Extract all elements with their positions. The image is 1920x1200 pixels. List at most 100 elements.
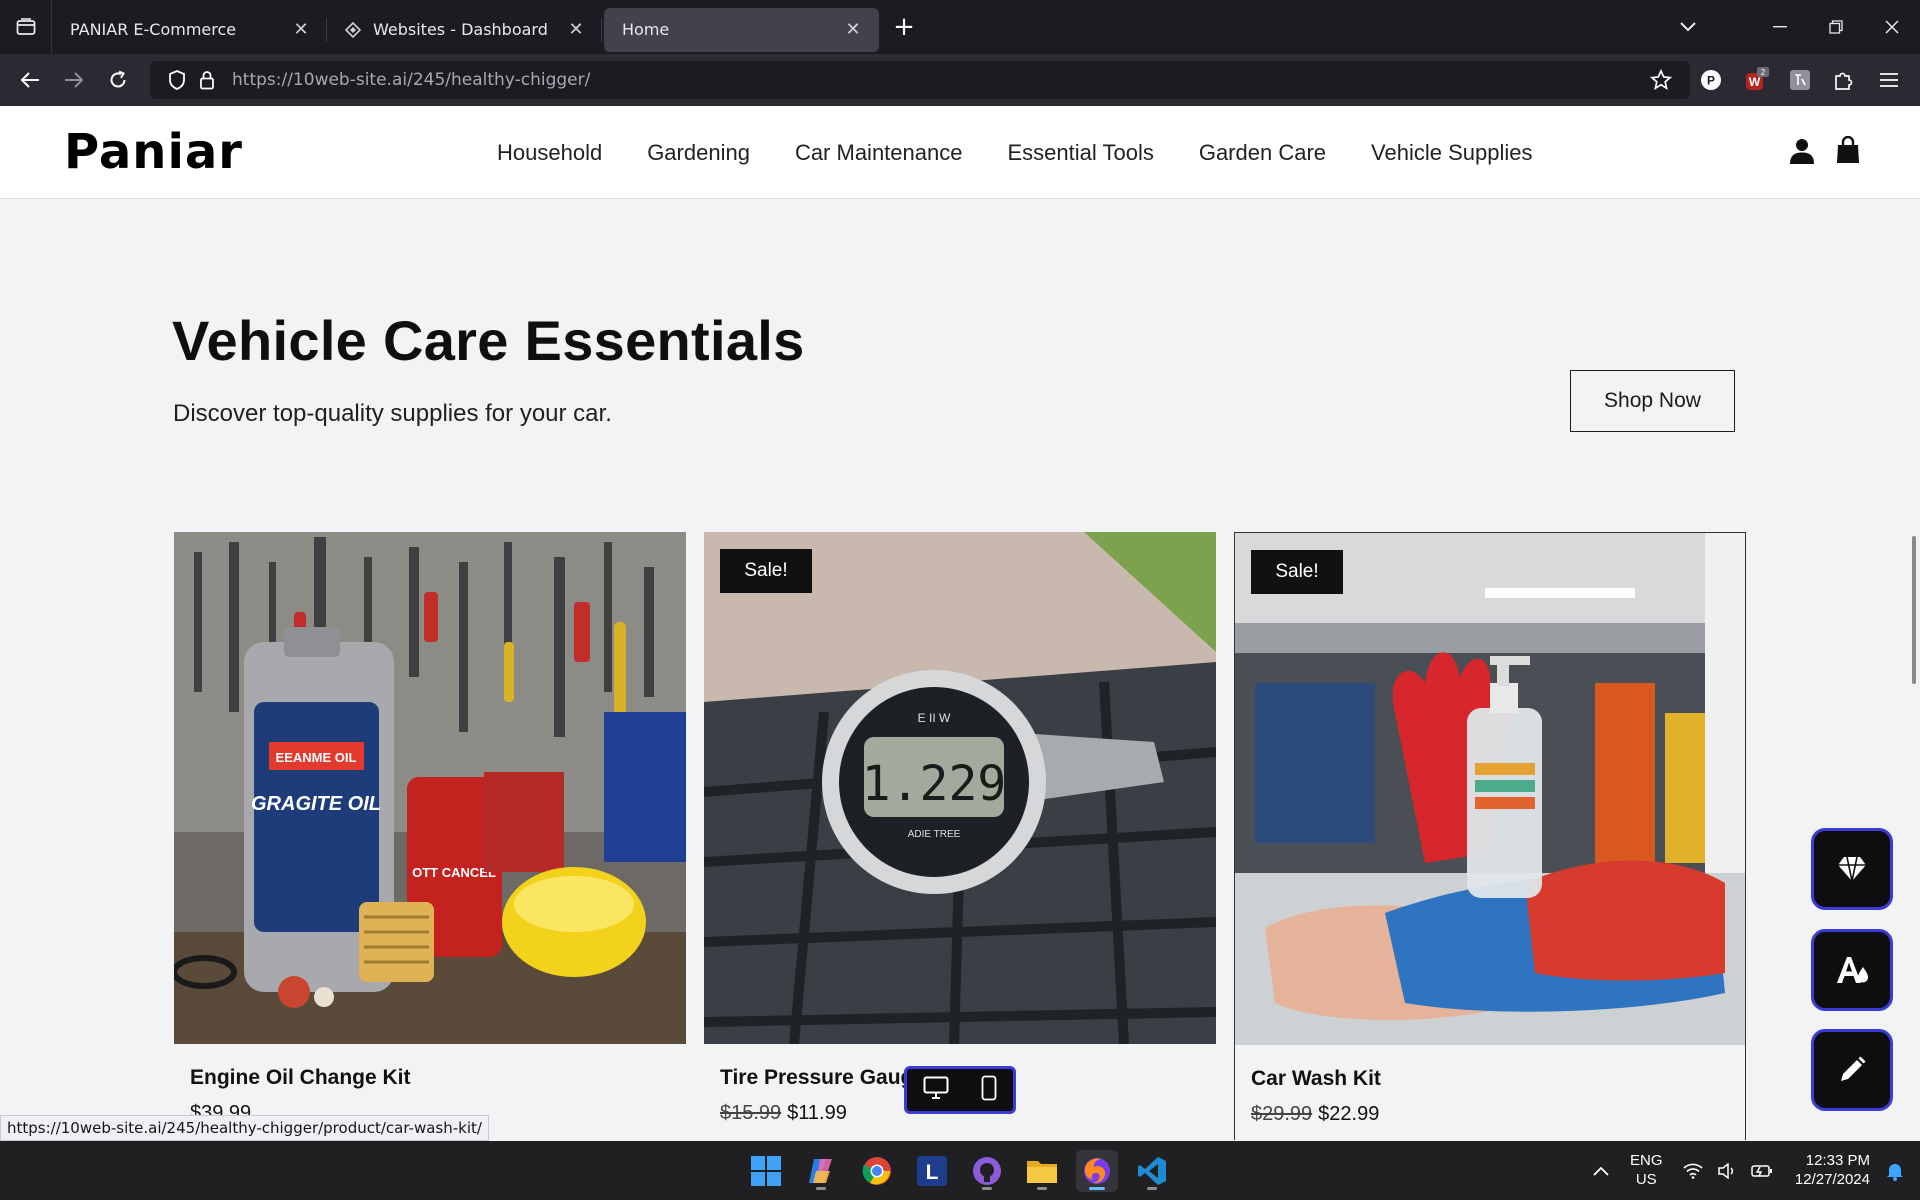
input-language-indicator[interactable]: ENG US <box>1630 1151 1663 1189</box>
product-name[interactable]: Engine Oil Change Kit <box>190 1066 411 1090</box>
menu-item-car-maintenance[interactable]: Car Maintenance <box>795 140 963 166</box>
font-color-icon <box>1837 957 1868 983</box>
taskbar-clock[interactable]: 12:33 PM 12/27/2024 <box>1782 1151 1870 1189</box>
back-button[interactable] <box>8 60 52 100</box>
menu-item-garden-care[interactable]: Garden Care <box>1199 140 1326 166</box>
site-logo[interactable]: Paniar <box>64 124 243 180</box>
extension-w-button[interactable]: W2 <box>1740 64 1772 96</box>
current-price: $22.99 <box>1318 1103 1380 1125</box>
menu-item-essential-tools[interactable]: Essential Tools <box>1007 140 1153 166</box>
restore-button[interactable] <box>1808 0 1864 54</box>
chevron-down-icon <box>1680 22 1696 32</box>
styles-button[interactable] <box>1811 929 1893 1011</box>
minimize-button[interactable] <box>1752 0 1808 54</box>
desktop-preview-button[interactable] <box>923 1076 949 1104</box>
cart-button[interactable] <box>1836 135 1860 168</box>
account-button[interactable] <box>1790 138 1814 168</box>
extensions-button[interactable] <box>1828 64 1860 96</box>
extension-badge-count: 2 <box>1761 68 1766 77</box>
page-scrollbar[interactable] <box>1912 536 1916 684</box>
active-indicator <box>1089 1187 1105 1190</box>
app-menu-button[interactable] <box>1873 64 1905 96</box>
product-name[interactable]: Car Wash Kit <box>1251 1067 1381 1091</box>
phone-icon <box>981 1075 997 1101</box>
svg-text:W: W <box>1749 75 1761 89</box>
arrow-left-icon <box>20 72 39 88</box>
tab-list-icon <box>16 18 35 35</box>
tab-list-button[interactable] <box>0 0 52 54</box>
close-tab-icon[interactable]: ✕ <box>291 19 311 40</box>
tab-websites-dashboard[interactable]: Websites - Dashboard ✕ <box>327 8 602 52</box>
edit-page-button[interactable] <box>1811 1029 1893 1111</box>
menu-item-gardening[interactable]: Gardening <box>647 140 750 166</box>
list-all-tabs-button[interactable] <box>1660 0 1716 54</box>
copilot-icon <box>809 1159 832 1183</box>
product-card[interactable]: 1.229 E II W ADIE TREE Sale! Tire Pressu… <box>704 532 1216 1140</box>
tire-gauge-image[interactable]: 1.229 E II W ADIE TREE Sale! <box>704 532 1216 1044</box>
reload-button[interactable] <box>96 60 140 100</box>
arrow-right-icon <box>65 72 84 88</box>
old-price: $29.99 <box>1251 1103 1313 1125</box>
url-path: /245/healthy-chigger/ <box>407 70 591 90</box>
bookmark-star-button[interactable] <box>1645 64 1677 96</box>
svg-text:GRAGITE OIL: GRAGITE OIL <box>251 793 381 815</box>
folder-icon <box>1027 1161 1057 1183</box>
dashboard-diamond-icon <box>345 21 365 38</box>
taskbar-github[interactable] <box>966 1150 1008 1192</box>
svg-text:EEANME OIL: EEANME OIL <box>276 750 357 765</box>
translate-extension-icon <box>1790 70 1810 90</box>
current-price: $11.99 <box>787 1102 847 1124</box>
product-card[interactable]: EEANME OIL GRAGITE OIL OTT CANCEL Engine… <box>174 532 686 1140</box>
shopping-bag-icon <box>1837 135 1859 163</box>
user-icon <box>1790 139 1814 164</box>
forward-button[interactable] <box>52 60 96 100</box>
tab-home[interactable]: Home ✕ <box>604 7 879 52</box>
windows-taskbar: L ENG US 12:33 PM 12/27/2024 <box>0 1141 1920 1200</box>
restore-icon <box>1829 20 1843 34</box>
tracking-shield-icon[interactable] <box>162 70 192 90</box>
shop-now-button[interactable]: Shop Now <box>1570 370 1735 432</box>
minimize-icon <box>1773 26 1787 28</box>
star-icon <box>1650 69 1672 90</box>
product-name[interactable]: Tire Pressure Gauge <box>720 1066 925 1090</box>
hero-title: Vehicle Care Essentials <box>172 309 805 372</box>
taskbar-firefox[interactable] <box>1076 1150 1118 1192</box>
start-button[interactable] <box>745 1150 787 1192</box>
url-text[interactable]: https://10web-site.ai/245/healthy-chigge… <box>232 70 590 90</box>
old-price: $15.99 <box>720 1102 782 1124</box>
browser-nav-bar: https://10web-site.ai/245/healthy-chigge… <box>0 54 1920 106</box>
menu-item-vehicle-supplies[interactable]: Vehicle Supplies <box>1371 140 1532 166</box>
close-window-button[interactable] <box>1864 0 1920 54</box>
sale-badge: Sale! <box>1251 550 1343 594</box>
close-tab-icon[interactable]: ✕ <box>566 19 586 40</box>
mobile-preview-button[interactable] <box>981 1075 997 1105</box>
new-tab-button[interactable]: + <box>879 0 929 54</box>
taskbar-vscode[interactable] <box>1131 1150 1173 1192</box>
system-tray-status[interactable] <box>1683 1150 1773 1192</box>
notifications-button[interactable] <box>1874 1150 1916 1192</box>
url-bar[interactable]: https://10web-site.ai/245/healthy-chigge… <box>150 61 1690 99</box>
premium-diamond-button[interactable] <box>1811 828 1893 910</box>
lock-icon[interactable] <box>192 70 222 90</box>
engine-oil-kit-image[interactable]: EEANME OIL GRAGITE OIL OTT CANCEL <box>174 532 686 1044</box>
show-hidden-icons-button[interactable] <box>1580 1150 1622 1192</box>
extension-p-button[interactable]: P <box>1695 64 1727 96</box>
tab-paniar-ecommerce[interactable]: PANIAR E-Commerce ✕ <box>52 8 327 52</box>
clock-date: 12/27/2024 <box>1794 1171 1870 1188</box>
taskbar-l-app[interactable]: L <box>911 1150 953 1192</box>
running-indicator <box>1147 1187 1157 1190</box>
p-extension-icon: P <box>1701 70 1721 90</box>
diamond-icon <box>1838 856 1866 882</box>
close-tab-icon[interactable]: ✕ <box>843 19 863 40</box>
product-price: $15.99 $11.99 <box>720 1102 847 1125</box>
taskbar-copilot[interactable] <box>800 1150 842 1192</box>
taskbar-chrome[interactable] <box>856 1150 898 1192</box>
taskbar-file-explorer[interactable] <box>1021 1150 1063 1192</box>
monitor-icon <box>923 1076 949 1099</box>
car-wash-kit-image[interactable]: Sale! <box>1235 533 1745 1045</box>
extension-translate-button[interactable] <box>1784 64 1816 96</box>
menu-item-household[interactable]: Household <box>497 140 602 166</box>
svg-text:1.229: 1.229 <box>862 756 1007 812</box>
hero-subtitle: Discover top-quality supplies for your c… <box>173 400 612 427</box>
product-card[interactable]: Sale! Car Wash Kit $29.99 $22.99 <box>1234 532 1746 1140</box>
